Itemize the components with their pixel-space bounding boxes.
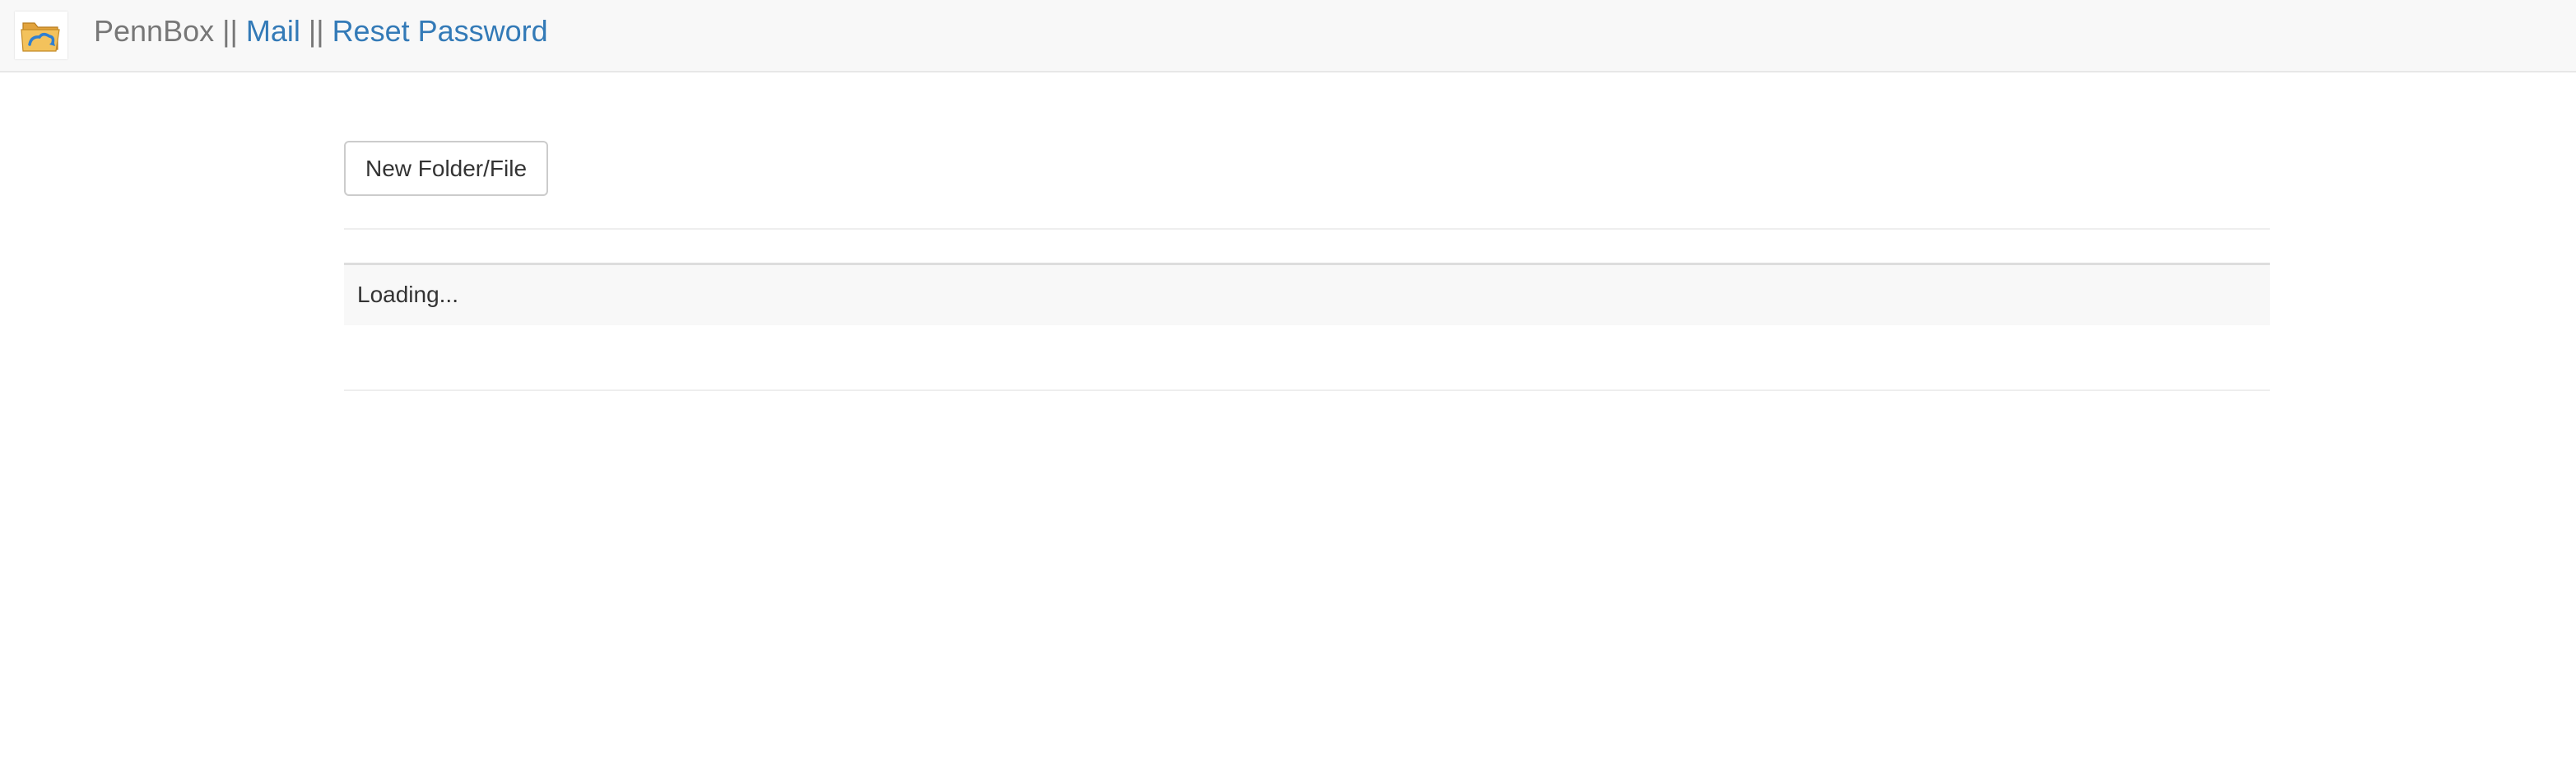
folder-cloud-icon[interactable]: [15, 12, 67, 59]
divider: [344, 389, 2270, 391]
file-list-loading-row: Loading...: [344, 263, 2270, 325]
brand-name[interactable]: PennBox: [94, 14, 214, 48]
nav-links: PennBox || Mail || Reset Password: [94, 13, 548, 49]
divider: [344, 228, 2270, 230]
new-folder-file-button[interactable]: New Folder/File: [344, 141, 548, 196]
reset-password-link[interactable]: Reset Password: [332, 14, 548, 48]
nav-separator: ||: [300, 14, 332, 48]
mail-link[interactable]: Mail: [246, 14, 300, 48]
loading-text: Loading...: [357, 282, 458, 307]
nav-separator: ||: [214, 14, 246, 48]
top-navbar: PennBox || Mail || Reset Password: [0, 0, 2576, 72]
